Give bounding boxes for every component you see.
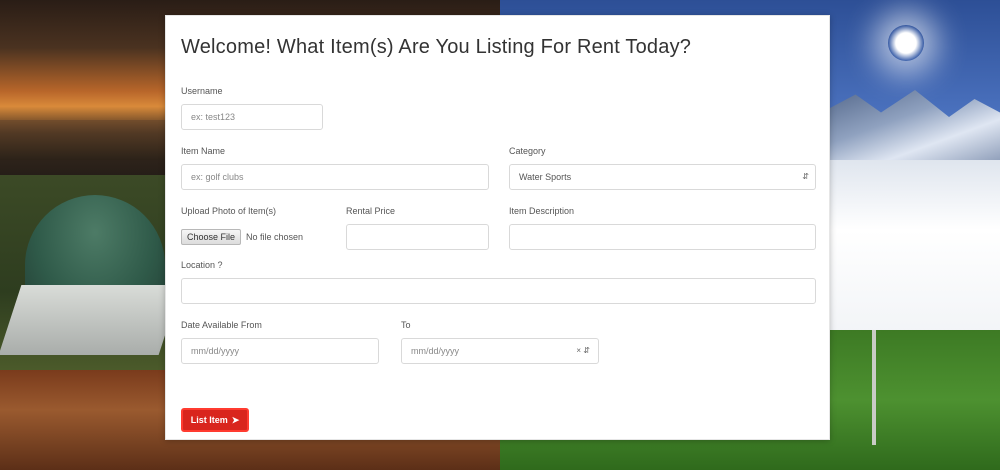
page-title: Welcome! What Item(s) Are You Listing Fo… <box>181 36 692 58</box>
snowfield-image <box>830 160 1000 335</box>
upload-label: Upload Photo of Item(s) <box>181 206 277 216</box>
category-select[interactable]: Water Sports ⇵ <box>509 164 816 190</box>
lake-reflection <box>0 120 170 160</box>
username-label: Username <box>181 86 223 96</box>
listing-form-card: Welcome! What Item(s) Are You Listing Fo… <box>165 15 830 440</box>
date-from-label: Date Available From <box>181 320 262 330</box>
list-item-button[interactable]: List Item ➤ <box>181 408 249 432</box>
item-description-input[interactable] <box>509 224 816 250</box>
file-upload: Choose File No file chosen <box>181 226 341 248</box>
item-name-input[interactable]: ex: golf clubs <box>181 164 489 190</box>
date-spinner-icon[interactable]: × ⇵ <box>576 339 590 363</box>
flag-pole <box>872 330 876 445</box>
chevron-updown-icon: ⇵ <box>802 172 809 181</box>
date-from-placeholder: mm/dd/yyyy <box>191 346 240 356</box>
list-item-label: List Item <box>190 415 228 425</box>
item-name-placeholder: ex: golf clubs <box>191 172 244 182</box>
location-input[interactable] <box>181 278 816 304</box>
date-to-label: To <box>401 320 411 330</box>
sun-glare <box>888 25 924 61</box>
item-description-label: Item Description <box>509 206 575 216</box>
username-placeholder: ex: test123 <box>191 112 236 122</box>
date-to-input[interactable]: mm/dd/yyyy × ⇵ <box>401 338 599 364</box>
file-status: No file chosen <box>246 232 304 242</box>
rental-price-label: Rental Price <box>346 206 396 216</box>
arrow-right-icon: ➤ <box>231 414 240 425</box>
date-from-input[interactable]: mm/dd/yyyy <box>181 338 379 364</box>
choose-file-button[interactable]: Choose File <box>181 229 242 245</box>
item-name-label: Item Name <box>181 146 226 156</box>
username-input[interactable]: ex: test123 <box>181 104 323 130</box>
category-label: Category <box>509 146 546 156</box>
tent-floor-shape <box>0 285 182 355</box>
location-label: Location ? <box>181 260 223 270</box>
category-value: Water Sports <box>519 172 572 182</box>
date-to-placeholder: mm/dd/yyyy <box>411 346 460 356</box>
rental-price-input[interactable] <box>346 224 489 250</box>
